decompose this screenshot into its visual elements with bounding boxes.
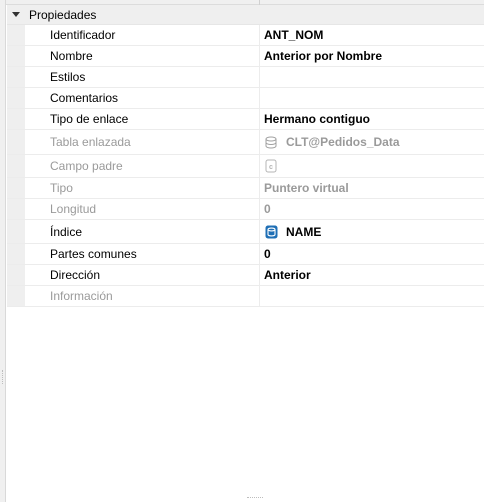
svg-text:c: c (269, 164, 273, 171)
property-name: Información (25, 286, 260, 306)
row-gutter (7, 46, 25, 66)
category-label: Propiedades (29, 7, 97, 22)
row-gutter (7, 265, 25, 285)
property-value (260, 286, 484, 306)
property-row[interactable]: Índice NAME (7, 220, 484, 244)
property-name: Longitud (25, 199, 260, 219)
property-value: c (260, 155, 484, 177)
property-value[interactable] (260, 67, 484, 87)
property-value-text: 0 (264, 202, 271, 216)
property-value-text: 0 (264, 247, 271, 261)
row-gutter (7, 130, 25, 154)
property-value-text: Hermano contiguo (264, 112, 371, 126)
property-name: Tipo de enlace (25, 109, 260, 129)
property-name: Partes comunes (25, 244, 260, 264)
property-name: Índice (25, 220, 260, 243)
property-name: Campo padre (25, 155, 260, 177)
property-name: Dirección (25, 265, 260, 285)
splitter-grip[interactable] (2, 370, 5, 384)
property-value-text: NAME (286, 224, 322, 239)
row-gutter (7, 155, 25, 177)
row-gutter (7, 25, 25, 45)
property-rows: Identificador ANT_NOM Nombre Anterior por N… (7, 25, 484, 307)
property-name: Identificador (25, 25, 260, 45)
property-row[interactable]: Tabla enlazada CLT@Pedidos_Data (7, 130, 484, 155)
property-name: Estilos (25, 67, 260, 87)
property-value-text: Anterior (264, 268, 311, 282)
row-gutter (7, 220, 25, 243)
property-value-text: Anterior por Nombre (264, 49, 383, 63)
property-value[interactable]: NAME (260, 220, 484, 243)
property-value[interactable]: Anterior (260, 265, 484, 285)
property-value-text: Puntero virtual (264, 181, 349, 195)
property-value: 0 (260, 199, 484, 219)
property-row[interactable]: Tipo Puntero virtual (7, 178, 484, 199)
property-value[interactable]: Anterior por Nombre (260, 46, 484, 66)
index-icon (264, 225, 278, 239)
property-name: Tipo (25, 178, 260, 198)
row-gutter (7, 199, 25, 219)
property-value[interactable] (260, 88, 484, 108)
collapse-triangle-icon[interactable] (7, 11, 25, 18)
property-row[interactable]: Dirección Anterior (7, 265, 484, 286)
property-row[interactable]: Comentarios (7, 88, 484, 109)
property-row[interactable]: Tipo de enlace Hermano contiguo (7, 109, 484, 130)
property-row[interactable]: Identificador ANT_NOM (7, 25, 484, 46)
row-gutter (7, 88, 25, 108)
category-row-propiedades[interactable]: Propiedades (7, 5, 484, 25)
property-row[interactable]: Información (7, 286, 484, 307)
property-name: Nombre (25, 46, 260, 66)
property-name: Comentarios (25, 88, 260, 108)
field-icon: c (264, 159, 278, 173)
property-value[interactable]: 0 (260, 244, 484, 264)
property-value: Puntero virtual (260, 178, 484, 198)
resize-grip[interactable] (247, 497, 263, 501)
property-row[interactable]: Estilos (7, 67, 484, 88)
property-row[interactable]: Longitud 0 (7, 199, 484, 220)
property-grid: Propiedades Identificador ANT_NOM Nombre An… (7, 5, 484, 307)
property-value[interactable]: ANT_NOM (260, 25, 484, 45)
property-row[interactable]: Partes comunes 0 (7, 244, 484, 265)
property-row[interactable]: Campo padre c (7, 155, 484, 178)
row-gutter (7, 286, 25, 306)
property-value-text: CLT@Pedidos_Data (286, 135, 400, 149)
property-name: Tabla enlazada (25, 130, 260, 154)
row-gutter (7, 244, 25, 264)
property-value[interactable]: Hermano contiguo (260, 109, 484, 129)
property-value: CLT@Pedidos_Data (260, 130, 484, 154)
database-icon (264, 135, 278, 149)
left-panel-edge (0, 0, 6, 502)
property-value-text: ANT_NOM (264, 28, 324, 42)
row-gutter (7, 109, 25, 129)
property-row[interactable]: Nombre Anterior por Nombre (7, 46, 484, 67)
row-gutter (7, 178, 25, 198)
row-gutter (7, 67, 25, 87)
